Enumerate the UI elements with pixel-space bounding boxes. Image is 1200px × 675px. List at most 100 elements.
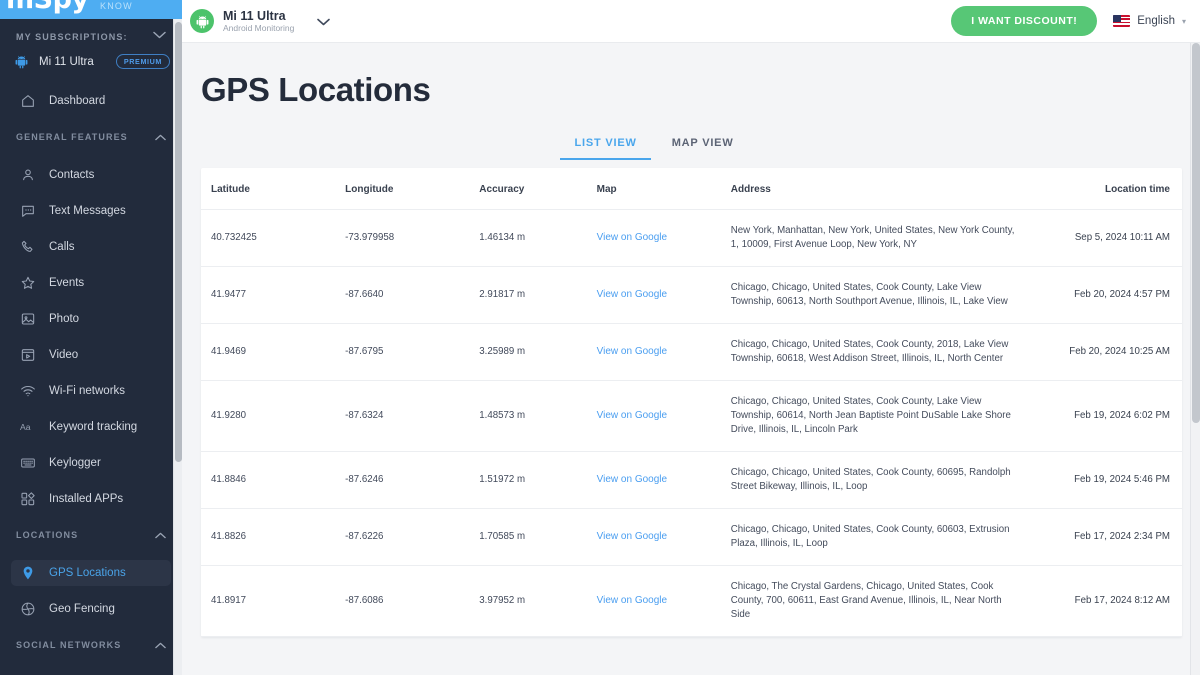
sidebar-item-calls[interactable]: Calls (11, 234, 171, 260)
cell-latitude: 41.8826 (201, 509, 335, 566)
apps-icon (20, 491, 36, 507)
sidebar-item-gps-locations[interactable]: GPS Locations (11, 560, 171, 586)
sidebar-item-video[interactable]: Video (11, 342, 171, 368)
sidebar-item-geo-fencing[interactable]: Geo Fencing (11, 596, 171, 622)
page-scrollbar[interactable] (1190, 43, 1200, 675)
sidebar-item-wifi[interactable]: Wi-Fi networks (11, 378, 171, 404)
subscriptions-header[interactable]: MY SUBSCRIPTIONS: (0, 19, 182, 48)
sidebar-item-keyword-tracking[interactable]: Aa Keyword tracking (11, 414, 171, 440)
star-icon (20, 275, 36, 291)
pin-icon (20, 565, 36, 581)
column-header-longitude[interactable]: Longitude (335, 168, 469, 210)
contacts-icon (20, 167, 36, 183)
cell-longitude: -73.979958 (335, 210, 469, 267)
app-root: mSpy NO ONE WILL KNOW MY SUBSCRIPTIONS: … (0, 0, 1200, 675)
view-on-google-link[interactable]: View on Google (597, 474, 667, 485)
sidebar-item-label: Installed APPs (49, 493, 123, 505)
cell-address: Chicago, The Crystal Gardens, Chicago, U… (721, 566, 1025, 637)
sidebar-item-installed-apps[interactable]: Installed APPs (11, 486, 171, 512)
table-body: 40.732425 -73.979958 1.46134 m View on G… (201, 210, 1182, 637)
device-name: Mi 11 Ultra (223, 9, 294, 23)
sidebar-item-label: Calls (49, 241, 75, 253)
tab-map-view[interactable]: MAP VIEW (658, 131, 748, 160)
device-selector[interactable]: Mi 11 Ultra Android Monitoring (190, 9, 330, 34)
svg-text:Aa: Aa (20, 422, 31, 432)
sidebar: mSpy NO ONE WILL KNOW MY SUBSCRIPTIONS: … (0, 0, 182, 675)
cell-location-time: Feb 17, 2024 8:12 AM (1025, 566, 1182, 637)
sidebar-item-label: Keyword tracking (49, 421, 137, 433)
page-scrollbar-thumb[interactable] (1192, 43, 1200, 423)
view-on-google-link[interactable]: View on Google (597, 289, 667, 300)
brand-logo-bar[interactable]: mSpy NO ONE WILL KNOW (0, 0, 182, 19)
sidebar-item-text-messages[interactable]: Text Messages (11, 198, 171, 224)
sidebar-item-whatsapp[interactable]: WhatsApp (11, 670, 171, 675)
column-header-accuracy[interactable]: Accuracy (469, 168, 586, 210)
chevron-up-icon[interactable] (155, 636, 166, 654)
subscriptions-label: MY SUBSCRIPTIONS: (16, 32, 128, 42)
cell-map: View on Google (587, 452, 721, 509)
avatar (190, 9, 214, 33)
view-on-google-link[interactable]: View on Google (597, 595, 667, 606)
geofence-icon (20, 601, 36, 617)
chevron-down-icon[interactable]: ▾ (1182, 17, 1186, 26)
sidebar-section-social[interactable]: SOCIAL NETWORKS (0, 630, 182, 660)
sidebar-item-label: Dashboard (49, 95, 105, 107)
sidebar-item-label: Keylogger (49, 457, 101, 469)
cell-map: View on Google (587, 267, 721, 324)
sidebar-item-label: GPS Locations (49, 567, 126, 579)
cell-latitude: 41.9469 (201, 324, 335, 381)
sidebar-item-events[interactable]: Events (11, 270, 171, 296)
language-selector[interactable]: English ▾ (1113, 15, 1186, 27)
column-header-address[interactable]: Address (721, 168, 1025, 210)
cell-latitude: 41.8846 (201, 452, 335, 509)
sidebar-item-keylogger[interactable]: Keylogger (11, 450, 171, 476)
discount-button[interactable]: I WANT DISCOUNT! (951, 6, 1097, 36)
view-on-google-link[interactable]: View on Google (597, 346, 667, 357)
cell-accuracy: 1.51972 m (469, 452, 586, 509)
cell-longitude: -87.6086 (335, 566, 469, 637)
column-header-latitude[interactable]: Latitude (201, 168, 335, 210)
sidebar-item-dashboard[interactable]: Dashboard (11, 88, 171, 114)
tab-list-view[interactable]: LIST VIEW (560, 131, 650, 160)
cell-address: Chicago, Chicago, United States, Cook Co… (721, 267, 1025, 324)
main-area: Mi 11 Ultra Android Monitoring I WANT DI… (182, 0, 1200, 675)
home-icon (20, 93, 36, 109)
sidebar-item-photo[interactable]: Photo (11, 306, 171, 332)
sidebar-item-label: Wi-Fi networks (49, 385, 125, 397)
chevron-down-icon[interactable] (153, 31, 166, 42)
column-header-location-time[interactable]: Location time (1025, 168, 1182, 210)
sidebar-scrollbar[interactable] (173, 19, 182, 675)
brand-tagline: NO ONE WILL KNOW (100, 0, 182, 11)
cell-latitude: 41.8917 (201, 566, 335, 637)
cell-location-time: Feb 17, 2024 2:34 PM (1025, 509, 1182, 566)
cell-address: New York, Manhattan, New York, United St… (721, 210, 1025, 267)
page-title: GPS Locations (191, 43, 1181, 109)
chevron-up-icon[interactable] (155, 526, 166, 544)
sidebar-section-locations[interactable]: LOCATIONS (0, 520, 182, 550)
chevron-up-icon[interactable] (155, 128, 166, 146)
subscription-item[interactable]: Mi 11 Ultra PREMIUM (0, 48, 182, 79)
sidebar-item-label: Geo Fencing (49, 603, 115, 615)
android-icon (14, 54, 29, 69)
view-tabs: LIST VIEW MAP VIEW (191, 131, 1181, 160)
cell-map: View on Google (587, 509, 721, 566)
phone-icon (20, 239, 36, 255)
cell-address: Chicago, Chicago, United States, Cook Co… (721, 452, 1025, 509)
cell-location-time: Sep 5, 2024 10:11 AM (1025, 210, 1182, 267)
column-header-map[interactable]: Map (587, 168, 721, 210)
chevron-down-icon[interactable] (317, 14, 330, 29)
cell-longitude: -87.6640 (335, 267, 469, 324)
cell-latitude: 41.9280 (201, 381, 335, 452)
table-row: 41.8917 -87.6086 3.97952 m View on Googl… (201, 566, 1182, 637)
brand-logo: mSpy (6, 0, 89, 15)
sidebar-item-contacts[interactable]: Contacts (11, 162, 171, 188)
view-on-google-link[interactable]: View on Google (597, 410, 667, 421)
sidebar-item-label: Events (49, 277, 84, 289)
sidebar-section-general[interactable]: GENERAL FEATURES (0, 122, 182, 152)
cell-map: View on Google (587, 566, 721, 637)
view-on-google-link[interactable]: View on Google (597, 232, 667, 243)
table-row: 41.9469 -87.6795 3.25989 m View on Googl… (201, 324, 1182, 381)
view-on-google-link[interactable]: View on Google (597, 531, 667, 542)
sidebar-scrollbar-thumb[interactable] (175, 22, 182, 462)
cell-accuracy: 1.70585 m (469, 509, 586, 566)
